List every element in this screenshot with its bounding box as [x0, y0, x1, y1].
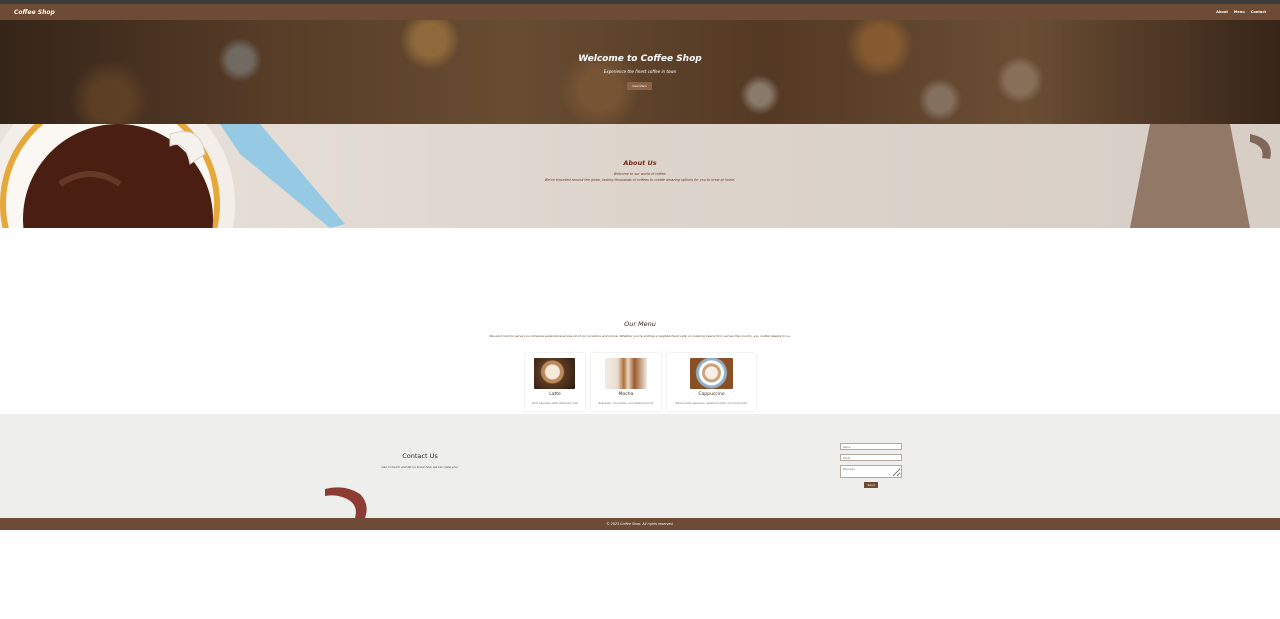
menu-intro: We work hard to serve you cohesive exper… [489, 334, 791, 338]
menu-item-name: Latte [549, 392, 561, 397]
about-title: About Us [623, 159, 657, 167]
menu-card-cappuccino[interactable]: Cappuccino Equal parts espresso, steamed… [667, 353, 756, 411]
nav-link-menu[interactable]: Menu [1234, 10, 1245, 14]
menu-section: Our Menu We work hard to serve you cohes… [0, 228, 1280, 414]
menu-title: Our Menu [624, 320, 656, 328]
nav-link-about[interactable]: About [1216, 10, 1228, 14]
moka-handle-shape [1250, 134, 1271, 159]
hero-subtitle: Experience the finest coffee in town [603, 69, 677, 74]
about-section: About Us Welcome to our world of coffee.… [0, 124, 1280, 228]
contact-text: Get in touch and let us know how we can … [381, 465, 459, 469]
coffee-splash-decoration [325, 487, 367, 518]
view-menu-button[interactable]: View Menu [627, 82, 652, 90]
nav-links: About Menu Contact [1216, 10, 1266, 14]
hero-content: Welcome to Coffee Shop Experience the fi… [0, 20, 1280, 124]
about-background-image [0, 124, 1271, 228]
hero-title: Welcome to Coffee Shop [578, 54, 702, 64]
menu-item-name: Cappuccino [698, 392, 725, 397]
napkin-shape [220, 124, 345, 228]
about-text-line: We've travelled around the globe, tastin… [544, 178, 736, 182]
brand-logo[interactable]: Coffee Shop [14, 9, 55, 16]
menu-item-description: Equal parts espresso, steamed milk, and … [675, 401, 748, 405]
moka-pot-shape [1130, 124, 1250, 228]
contact-title: Contact Us [402, 452, 438, 460]
menu-item-description: Rich espresso with steamed milk [531, 401, 579, 405]
nav-link-contact[interactable]: Contact [1251, 10, 1266, 14]
contact-section: Contact Us Get in touch and let us know … [0, 414, 1280, 518]
cappuccino-image [690, 358, 733, 389]
name-input[interactable] [840, 443, 902, 450]
footer-copyright: © 2023 Coffee Shop. All rights reserved. [606, 522, 674, 526]
menu-item-description: Espresso, chocolate, and steamed milk [598, 401, 654, 405]
send-button[interactable]: Send [864, 482, 878, 488]
latte-image [534, 358, 575, 389]
mocha-image [605, 358, 647, 389]
navbar: Coffee Shop About Menu Contact [0, 4, 1280, 20]
hero-section: Welcome to Coffee Shop Experience the fi… [0, 20, 1280, 124]
email-input[interactable] [840, 454, 902, 461]
splash-shape [325, 487, 367, 518]
menu-item-name: Mocha [618, 392, 634, 397]
message-textarea[interactable] [840, 465, 902, 478]
about-text-line: Welcome to our world of coffee. [613, 172, 667, 176]
footer: © 2023 Coffee Shop. All rights reserved. [0, 518, 1280, 530]
menu-card-mocha[interactable]: Mocha Espresso, chocolate, and steamed m… [591, 353, 661, 411]
menu-card-latte[interactable]: Latte Rich espresso with steamed milk [525, 353, 585, 411]
